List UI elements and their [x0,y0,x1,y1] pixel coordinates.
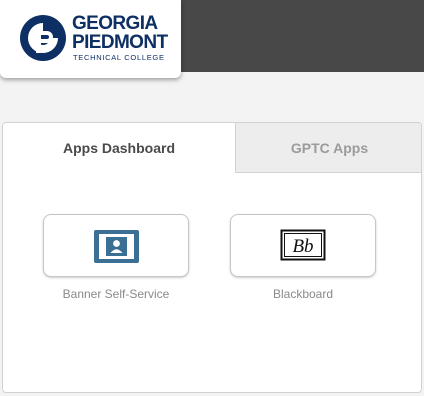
banner-self-service-icon [94,230,139,263]
blackboard-button[interactable]: Bb [230,214,376,277]
tab-apps-dashboard[interactable]: Apps Dashboard [3,123,236,173]
blackboard-label: Blackboard [272,287,334,301]
blackboard-logo-icon: Bb [280,229,326,261]
blackboard-logo-text: Bb [292,236,313,257]
banner-self-service-label: Banner Self-Service [62,287,170,301]
college-logo[interactable]: GEORGIA PIEDMONT TECHNICAL COLLEGE [0,0,181,78]
logo-text-piedmont: PIEDMONT [72,32,168,53]
apps-panel: Apps Dashboard GPTC Apps Banner Self-Ser… [2,122,422,393]
logo-text-georgia: GEORGIA [72,13,158,34]
logo-text-technical-college: TECHNICAL COLLEGE [73,53,165,62]
banner-self-service-button[interactable] [43,214,189,277]
gptc-logo-icon [20,15,66,61]
tab-gptc-apps[interactable]: GPTC Apps [236,123,421,173]
